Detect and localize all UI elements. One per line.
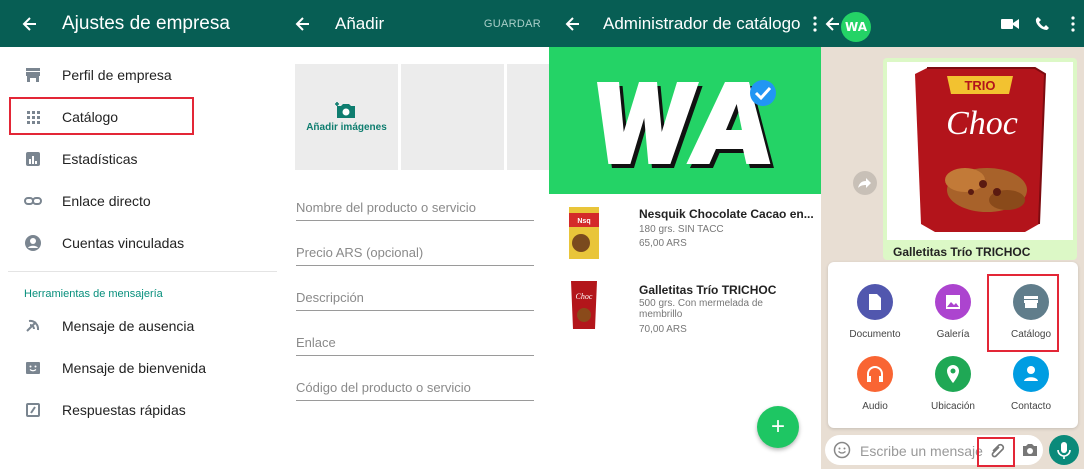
attach-label: Contacto	[1010, 401, 1052, 412]
settings-item-away-message[interactable]: Mensaje de ausencia	[0, 305, 277, 347]
app-bar: Administrador de catálogo	[549, 0, 821, 47]
price-field[interactable]: Precio ARS (opcional)	[296, 245, 534, 266]
camera-icon[interactable]	[1021, 442, 1039, 458]
bar-chart-icon	[26, 152, 40, 166]
highlight-box	[987, 274, 1059, 352]
attach-location[interactable]: Ubicación	[918, 356, 988, 412]
store-icon	[26, 68, 40, 82]
headphones-icon	[857, 356, 893, 392]
settings-item-statistics[interactable]: Estadísticas	[0, 138, 277, 180]
document-icon	[857, 284, 893, 320]
verified-badge-icon	[750, 80, 776, 106]
product-name-field[interactable]: Nombre del producto o servicio	[296, 200, 534, 221]
link-icon	[24, 197, 42, 205]
save-button[interactable]: GUARDAR	[484, 18, 541, 30]
welcome-icon	[26, 362, 40, 374]
divider	[8, 271, 277, 272]
wa-logo	[597, 80, 776, 168]
settings-item-welcome-message[interactable]: Mensaje de bienvenida	[0, 347, 277, 389]
back-arrow-icon[interactable]	[20, 14, 40, 34]
settings-item-label: Mensaje de ausencia	[62, 318, 195, 334]
product-thumbnail: Choc	[571, 281, 597, 329]
video-call-icon[interactable]	[1001, 18, 1019, 30]
mic-button[interactable]	[1049, 435, 1079, 465]
image-slot[interactable]	[401, 64, 504, 170]
settings-item-label: Estadísticas	[62, 151, 138, 167]
svg-text:Choc: Choc	[946, 105, 1018, 142]
product-message[interactable]: TRIO Choc Galletitas Trío TRICHOC	[883, 58, 1077, 260]
section-title: Herramientas de mensajería	[24, 288, 163, 300]
highlight-box	[977, 437, 1015, 467]
product-description: 500 grs. Con mermelada de membrillo	[639, 298, 763, 320]
add-images-button[interactable]: Añadir imágenes	[295, 64, 398, 170]
add-product-panel: Añadir GUARDAR Añadir imágenes Nombre de…	[277, 0, 549, 469]
settings-item-label: Mensaje de bienvenida	[62, 360, 206, 376]
app-bar: Ajustes de empresa	[0, 0, 277, 47]
chat-panel: WA TRIO Choc Galletitas Trío TRICHOC Doc…	[821, 0, 1084, 469]
avatar[interactable]: WA	[841, 12, 871, 42]
catalog-cover-image	[549, 47, 821, 194]
product-price: 65,00 ARS	[639, 238, 687, 249]
attach-document[interactable]: Documento	[840, 284, 910, 340]
product-name: Nesquik Chocolate Cacao en...	[639, 207, 814, 221]
attach-label: Galería	[936, 329, 970, 340]
product-image: TRIO Choc	[887, 62, 1073, 240]
attach-audio[interactable]: Audio	[840, 356, 910, 412]
add-product-fab[interactable]: +	[757, 406, 799, 448]
attach-label: Documento	[849, 329, 901, 340]
app-bar: WA	[821, 0, 1084, 47]
forward-icon	[858, 178, 871, 188]
settings-item-label: Cuentas vinculadas	[62, 235, 185, 251]
settings-item-linked-accounts[interactable]: Cuentas vinculadas	[0, 222, 277, 264]
account-icon	[25, 235, 41, 251]
product-price: 70,00 ARS	[639, 324, 687, 335]
attach-label: Audio	[862, 401, 888, 412]
page-title: Administrador de catálogo	[603, 13, 801, 33]
page-title: Añadir	[335, 13, 385, 33]
highlight-box	[9, 97, 194, 135]
back-arrow-icon[interactable]	[293, 14, 313, 34]
svg-text:Choc: Choc	[576, 292, 593, 301]
product-code-field[interactable]: Código del producto o servicio	[296, 380, 534, 401]
page-title: Ajustes de empresa	[62, 12, 230, 34]
settings-item-quick-replies[interactable]: Respuestas rápidas	[0, 389, 277, 431]
product-name: Galletitas Trío TRICHOC	[639, 283, 777, 297]
settings-item-label: Enlace directo	[62, 193, 151, 209]
settings-item-label: Perfil de empresa	[62, 67, 172, 83]
attach-gallery[interactable]: Galería	[918, 284, 988, 340]
attach-label: Ubicación	[931, 401, 975, 412]
settings-item-direct-link[interactable]: Enlace directo	[0, 180, 277, 222]
business-settings-panel: Ajustes de empresa Perfil de empresa Cat…	[0, 0, 277, 469]
microphone-icon	[1057, 442, 1071, 459]
app-bar: Añadir GUARDAR	[277, 0, 549, 47]
away-icon	[26, 319, 40, 332]
back-arrow-icon[interactable]	[823, 14, 843, 34]
location-icon	[935, 356, 971, 392]
settings-item-label: Respuestas rápidas	[62, 402, 186, 418]
cookie-package-image: TRIO Choc	[915, 67, 1047, 232]
message-placeholder: Escribe un mensaje	[860, 443, 983, 459]
quick-reply-icon	[26, 403, 40, 417]
more-options-icon[interactable]	[1071, 16, 1075, 32]
attach-contact[interactable]: Contacto	[996, 356, 1066, 412]
contact-icon	[1013, 356, 1049, 392]
settings-item-profile[interactable]: Perfil de empresa	[0, 54, 277, 96]
product-description: 180 grs. SIN TACC	[639, 224, 724, 235]
link-field[interactable]: Enlace	[296, 335, 534, 356]
svg-text:TRIO: TRIO	[964, 78, 995, 93]
catalog-manager-panel: Administrador de catálogo Nsq Nesquik Ch…	[549, 0, 821, 469]
svg-text:Nsq: Nsq	[577, 218, 590, 225]
forward-button[interactable]	[853, 171, 877, 195]
image-slot[interactable]	[507, 64, 549, 170]
add-photo-icon	[335, 102, 355, 118]
back-arrow-icon[interactable]	[563, 14, 583, 34]
product-thumbnail: Nsq	[569, 207, 599, 259]
gallery-icon	[935, 284, 971, 320]
emoji-icon[interactable]	[833, 441, 851, 459]
more-options-icon[interactable]	[813, 15, 817, 32]
message-caption: Galletitas Trío TRICHOC	[893, 245, 1031, 259]
phone-icon[interactable]	[1035, 16, 1049, 31]
description-field[interactable]: Descripción	[296, 290, 534, 311]
add-images-label: Añadir imágenes	[306, 122, 387, 133]
